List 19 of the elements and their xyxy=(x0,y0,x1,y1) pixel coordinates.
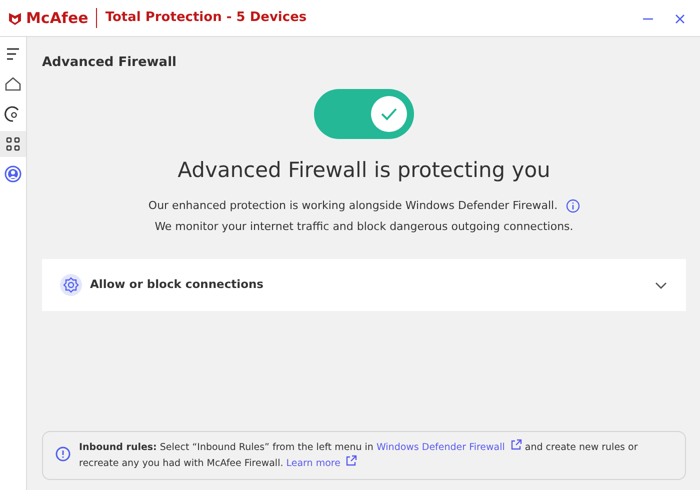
external-link-icon[interactable] xyxy=(345,455,358,468)
notice-text: Inbound rules: Select “Inbound Rules” from the left menu in Windows Defender Firewall and create new rules or recreate any you had with McAfee Firewall. Learn more xyxy=(79,438,673,472)
apps-button[interactable] xyxy=(0,131,26,157)
window-title: Total Protection - 5 Devices xyxy=(96,8,307,28)
connections-expander[interactable]: Allow or block connections xyxy=(42,259,686,311)
external-link-icon[interactable] xyxy=(510,438,522,451)
shield-logo-icon xyxy=(8,11,22,25)
alert-icon xyxy=(55,446,71,462)
settings-icon xyxy=(60,274,82,296)
link[interactable]: Windows Defender Firewall xyxy=(376,442,522,453)
status-heading: Advanced Firewall is protecting you xyxy=(176,156,552,184)
firewall-toggle[interactable] xyxy=(314,88,414,138)
brand-name: McAfee xyxy=(26,8,88,29)
status-text: Our enhanced protection is working alongside Windows Defender Firewall. xyxy=(148,198,558,214)
page-title: Advanced Firewall xyxy=(42,54,178,72)
link[interactable]: Learn more xyxy=(286,458,358,470)
info-icon xyxy=(566,199,580,214)
close-icon xyxy=(674,12,686,25)
status-text: We monitor your internet traffic and block dangerous outgoing connections. xyxy=(154,218,574,234)
